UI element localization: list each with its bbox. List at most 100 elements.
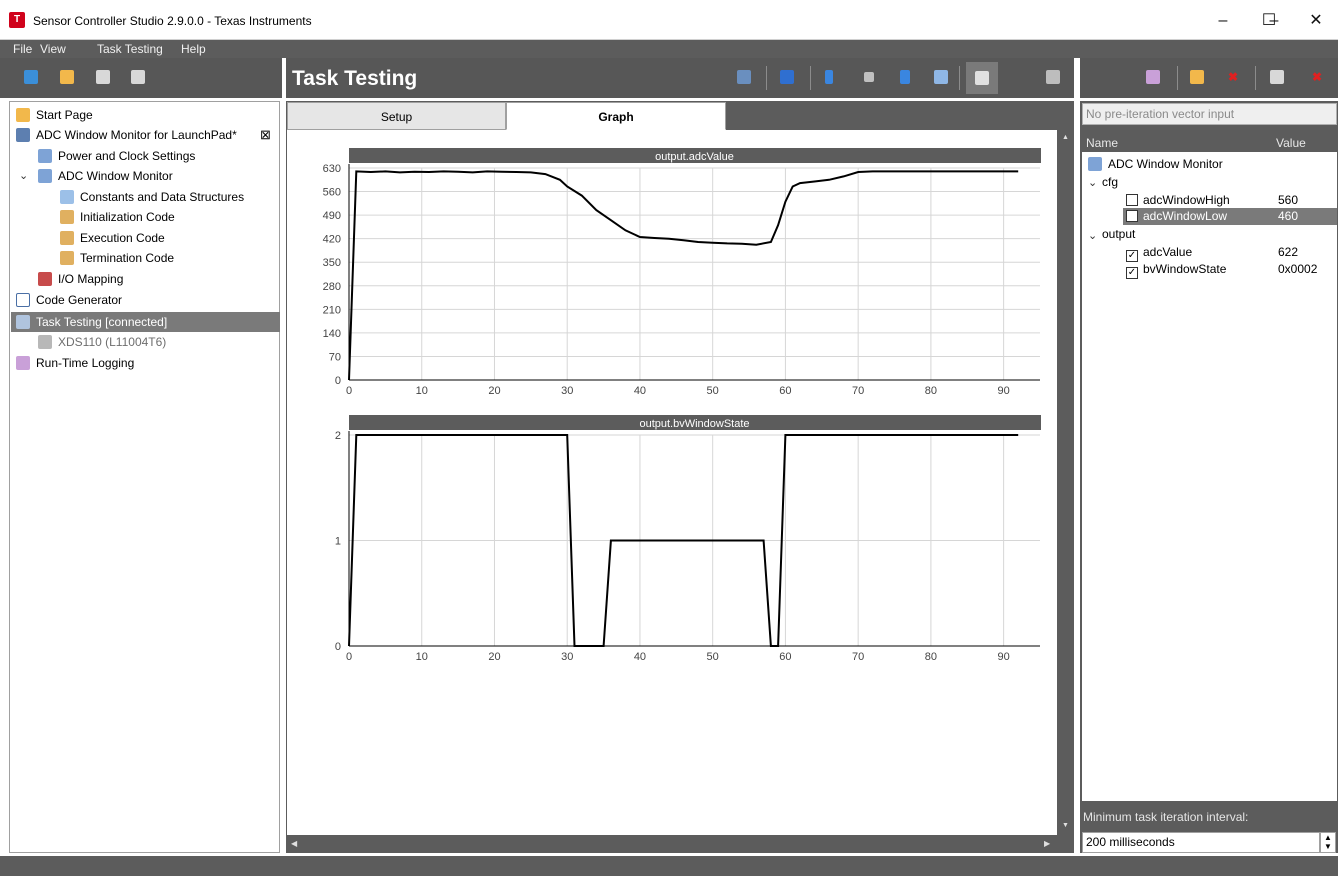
tree-item-project[interactable]: ADC Window Monitor for LaunchPad* (16, 125, 237, 145)
var-row-adcWindowLow[interactable]: adcWindowLow (1126, 206, 1286, 226)
tree-item-runtime-logging[interactable]: Run-Time Logging (16, 353, 134, 373)
tab-graph[interactable]: Graph (506, 102, 726, 130)
x-tick-label: 80 (925, 651, 937, 663)
x-tick-label: 50 (707, 651, 719, 663)
vertical-scrollbar[interactable]: ▲ ▼ (1057, 130, 1074, 835)
interval-spinner[interactable]: ▲ ▼ (1320, 832, 1336, 853)
project-tree: Start Page ADC Window Monitor for Launch… (9, 101, 280, 853)
y-tick-label: 420 (323, 234, 341, 246)
tree-item-constants[interactable]: Constants and Data Structures (60, 187, 244, 207)
tab-setup[interactable]: Setup (287, 102, 506, 130)
y-tick-label: 350 (323, 257, 341, 269)
x-tick-label: 90 (998, 385, 1010, 397)
vars-toolbar: ✖ ✖ (1080, 58, 1338, 98)
graph-svg: output.adcValue0701402102803504204905606… (323, 148, 1041, 663)
save-icon[interactable] (96, 70, 110, 84)
chevron-down-icon[interactable]: ⌄ (1088, 176, 1097, 189)
export-icon[interactable] (1270, 70, 1284, 84)
x-tick-label: 80 (925, 385, 937, 397)
tree-item-io-mapping[interactable]: I/O Mapping (38, 269, 123, 289)
x-tick-label: 10 (416, 651, 428, 663)
step-icon[interactable] (900, 70, 910, 84)
tree-item-debugger[interactable]: XDS110 (L11004T6) (38, 332, 166, 352)
y-tick-label: 2 (335, 430, 341, 442)
x-tick-label: 20 (488, 385, 500, 397)
menu-view[interactable]: View (40, 42, 66, 56)
tree-item-start-page[interactable]: Start Page (16, 105, 93, 125)
toolbar-separator (959, 66, 960, 90)
tree-item-term-code[interactable]: Termination Code (60, 248, 174, 268)
stop-icon[interactable] (864, 72, 874, 82)
min-interval-input[interactable]: 200 milliseconds (1082, 832, 1320, 853)
checkbox-checked[interactable]: ✓ (1126, 267, 1138, 279)
minimize-button[interactable]: – (1203, 8, 1243, 34)
col-value: Value (1276, 136, 1306, 150)
table-view-icon[interactable] (1046, 70, 1060, 84)
tree-item-code-generator[interactable]: Code Generator (16, 290, 122, 310)
var-root[interactable]: ADC Window Monitor (1088, 154, 1223, 174)
y-tick-label: 630 (323, 163, 341, 175)
min-interval-label: Minimum task iteration interval: (1083, 810, 1249, 824)
x-tick-label: 10 (416, 385, 428, 397)
clear-icon[interactable]: ✖ (1310, 70, 1324, 84)
toolbar-separator (810, 66, 811, 90)
maximize-button[interactable]: ☐ (1249, 8, 1289, 34)
var-value: 460 (1278, 209, 1299, 223)
checkbox[interactable] (1126, 194, 1138, 206)
tree-item-task-testing[interactable]: Task Testing [connected] (16, 312, 167, 332)
delete-icon[interactable]: ✖ (1226, 70, 1240, 84)
close-button[interactable]: ✕ (1296, 8, 1336, 34)
save-all-icon[interactable] (131, 70, 145, 84)
tree-item-init-code[interactable]: Initialization Code (60, 207, 175, 227)
x-tick-label: 60 (779, 651, 791, 663)
reset-icon[interactable] (780, 70, 794, 84)
x-tick-label: 20 (488, 651, 500, 663)
y-tick-label: 0 (335, 641, 341, 653)
project-icon (16, 128, 30, 142)
tree-item-exec-code[interactable]: Execution Code (60, 228, 165, 248)
window-title: Sensor Controller Studio 2.9.0.0 - Texas… (33, 14, 312, 28)
tree-item-power-clock[interactable]: Power and Clock Settings (38, 146, 195, 166)
y-tick-label: 280 (323, 281, 341, 293)
var-group-cfg[interactable]: cfg (1102, 172, 1118, 192)
scroll-down-icon[interactable]: ▼ (1062, 822, 1069, 829)
data-structures-icon (60, 190, 74, 204)
y-tick-label: 0 (335, 375, 341, 387)
var-row-bvWindowState[interactable]: ✓ bvWindowState (1126, 259, 1286, 279)
new-project-icon[interactable] (24, 70, 38, 84)
chart-title: output.bvWindowState (639, 418, 749, 430)
open-icon[interactable] (1190, 70, 1204, 84)
run-icon[interactable] (825, 70, 833, 84)
y-tick-label: 1 (335, 536, 341, 548)
pre-iteration-input[interactable]: No pre-iteration vector input (1082, 103, 1337, 125)
scroll-left-icon[interactable]: ◀ (291, 839, 297, 848)
y-tick-label: 490 (323, 210, 341, 222)
chevron-down-icon[interactable]: ⌄ (19, 169, 28, 182)
x-tick-label: 30 (561, 651, 573, 663)
horizontal-scrollbar[interactable]: ◀ ▶ (287, 835, 1057, 853)
chevron-down-icon[interactable]: ⌄ (1088, 229, 1097, 242)
menu-help[interactable]: Help (181, 42, 206, 56)
menu-task-testing[interactable]: Task Testing (97, 42, 163, 56)
checkbox[interactable] (1126, 210, 1138, 222)
task-icon (1088, 157, 1102, 171)
logging-icon (16, 356, 30, 370)
close-project-icon[interactable]: ⊠ (260, 125, 271, 145)
inspect-icon[interactable] (934, 70, 948, 84)
script-icon (60, 251, 74, 265)
x-tick-label: 0 (346, 385, 352, 397)
y-tick-label: 140 (323, 328, 341, 340)
select-vars-icon[interactable] (1146, 70, 1160, 84)
graph-view-toggle[interactable] (966, 62, 998, 94)
var-value: 0x0002 (1278, 262, 1318, 276)
app-logo-icon: T (9, 12, 25, 28)
io-mapping-icon (38, 272, 52, 286)
open-folder-icon[interactable] (60, 70, 74, 84)
tree-item-task[interactable]: ADC Window Monitor (38, 166, 173, 186)
x-tick-label: 50 (707, 385, 719, 397)
scroll-right-icon[interactable]: ▶ (1044, 839, 1050, 848)
connect-icon[interactable] (737, 70, 751, 84)
var-group-output[interactable]: output (1102, 224, 1135, 244)
menu-file[interactable]: File (13, 42, 32, 56)
scroll-up-icon[interactable]: ▲ (1062, 134, 1069, 141)
